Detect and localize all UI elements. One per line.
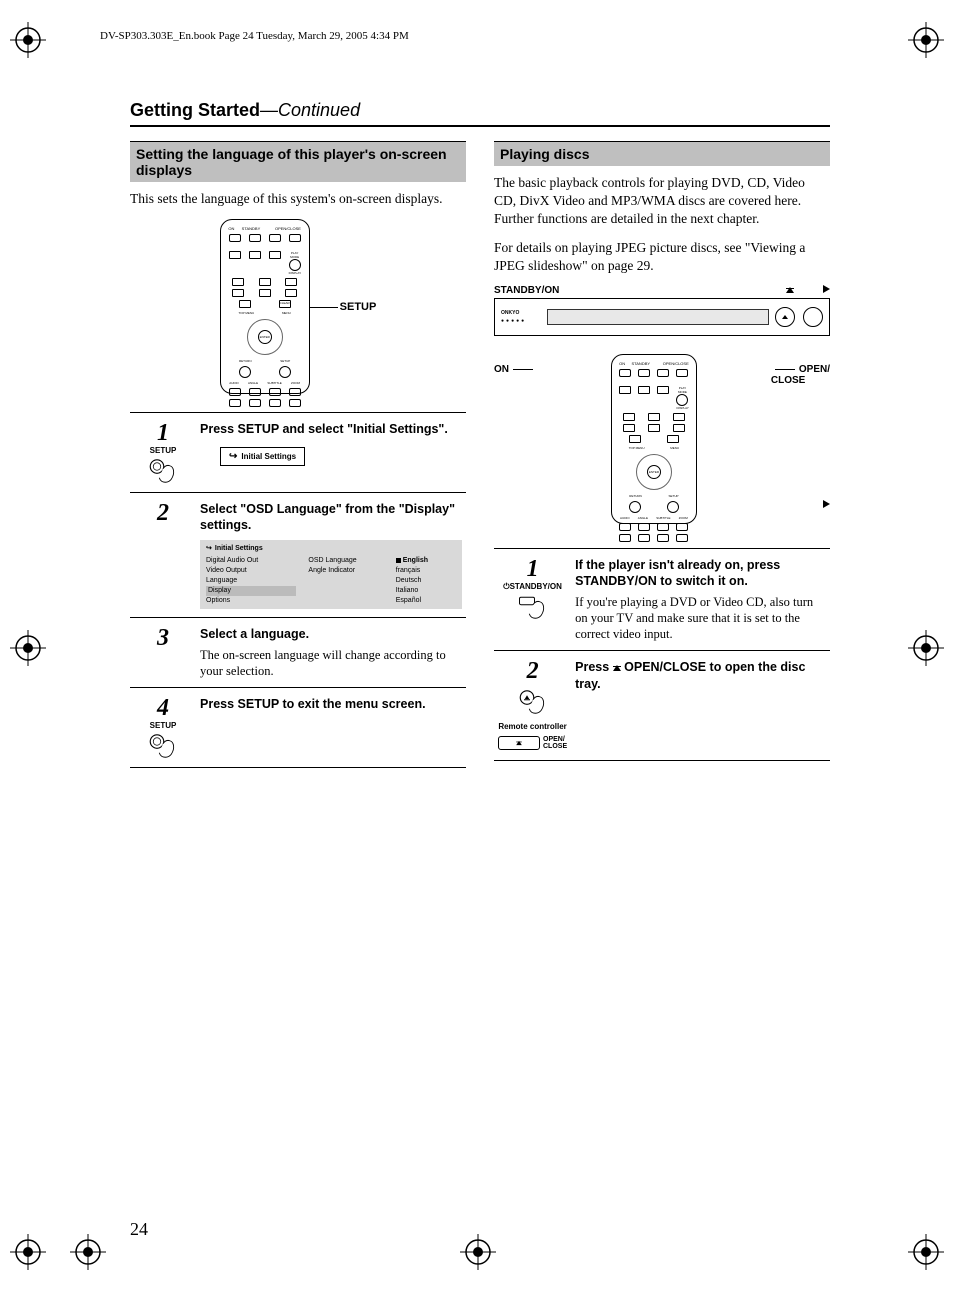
osd-initial-settings: ↪ Initial Settings	[220, 447, 305, 466]
step-number: 2	[498, 659, 567, 683]
crop-mark-icon	[908, 1234, 944, 1270]
step-title: Select a language.	[200, 626, 462, 642]
page-title-continued: —Continued	[260, 100, 360, 120]
intro-language: This sets the language of this system's …	[130, 190, 466, 208]
crop-mark-icon	[908, 22, 944, 58]
step-row: 2 Remote controller OPEN/ CLOSE Press OP…	[494, 651, 830, 761]
eject-icon	[613, 665, 621, 671]
section-header-language: Setting the language of this player's on…	[130, 141, 466, 182]
press-button-icon	[148, 458, 178, 484]
step-icon-label: ⏻STANDBY/ON	[498, 583, 567, 592]
step-title: Press OPEN/CLOSE to open the disc tray.	[575, 659, 826, 692]
play-knob-icon	[803, 307, 823, 327]
settings-item-list: OSD Language Angle Indicator	[308, 556, 383, 605]
steps-table-right: 1 ⏻STANDBY/ON If the player isn't alread…	[494, 548, 830, 761]
step-body: The on-screen language will change accor…	[200, 647, 462, 680]
remote-diagram-left: ONSTANDBYOPEN/CLOSE PLAY MODEDISPLAY CLE…	[130, 218, 466, 394]
player-callout-labels: STANDBY/ON	[494, 285, 830, 296]
press-button-icon	[518, 594, 548, 620]
step-row: 2 Select "OSD Language" from the "Displa…	[130, 493, 466, 618]
press-button-icon	[148, 733, 178, 759]
remote-illustration: ONSTANDBYOPEN/CLOSE PLAY MODEDISPLAY CLE…	[220, 219, 310, 394]
callout-setup: SETUP	[340, 301, 377, 313]
step-title: If the player isn't already on, press ST…	[575, 557, 826, 590]
back-arrow-icon: ↪	[206, 544, 212, 554]
section-header-playing: Playing discs	[494, 141, 830, 166]
step-row: 1 SETUP Press SETUP and select "Initial …	[130, 413, 466, 493]
step-number: 1	[498, 557, 567, 581]
step-title: Select "OSD Language" from the "Display"…	[200, 501, 462, 534]
callout-open-close: OPEN/ CLOSE	[771, 364, 830, 386]
crop-mark-icon	[10, 1234, 46, 1270]
crop-mark-icon	[10, 22, 46, 58]
doc-header-info: DV-SP303.303E_En.book Page 24 Tuesday, M…	[100, 30, 409, 42]
crop-mark-icon	[460, 1234, 496, 1270]
step-row: 3 Select a language. The on-screen langu…	[130, 618, 466, 688]
step-number: 1	[134, 421, 192, 445]
play-icon	[823, 285, 830, 293]
step-title: Press SETUP and select "Initial Settings…	[200, 421, 462, 437]
remote-controller-label: Remote controller	[498, 723, 567, 732]
settings-value-list: English français Deutsch Italiano Españo…	[396, 556, 456, 605]
crop-mark-icon	[10, 630, 46, 666]
eject-icon	[786, 287, 794, 293]
step-body: If you're playing a DVD or Video CD, als…	[575, 594, 826, 643]
step-icon-label: SETUP	[134, 447, 192, 456]
step-row: 1 ⏻STANDBY/ON If the player isn't alread…	[494, 549, 830, 651]
page-number: 24	[130, 1219, 148, 1240]
play-icon	[823, 500, 830, 508]
back-arrow-icon: ↪	[229, 451, 237, 462]
step-row: 4 SETUP Press SETUP to exit the menu scr…	[130, 688, 466, 768]
step-number: 4	[134, 696, 192, 720]
eject-button-icon	[775, 307, 795, 327]
step-icon-label: SETUP	[134, 722, 192, 731]
intro-playing-1: The basic playback controls for playing …	[494, 174, 830, 229]
remote-illustration: ONSTANDBYOPEN/CLOSE PLAY MODEDISPLAY TOP…	[611, 354, 697, 524]
intro-playing-2: For details on playing JPEG picture disc…	[494, 239, 830, 275]
osd-settings-panel: ↪Initial Settings Digital Audio Out Vide…	[200, 540, 462, 610]
open-close-button-icon	[498, 736, 540, 750]
page-title: Getting Started—Continued	[130, 100, 830, 127]
crop-mark-icon	[908, 630, 944, 666]
step-number: 3	[134, 626, 192, 650]
step-title: Press SETUP to exit the menu screen.	[200, 696, 462, 712]
steps-table-left: 1 SETUP Press SETUP and select "Initial …	[130, 412, 466, 768]
settings-category-list: Digital Audio Out Video Output Language …	[206, 556, 296, 605]
press-button-icon	[518, 689, 548, 715]
standby-on-label: STANDBY/ON	[494, 285, 559, 296]
player-front-panel: ONKYO ●●●●●	[494, 298, 830, 336]
callout-on: ON	[494, 364, 537, 375]
page-title-main: Getting Started	[130, 100, 260, 120]
crop-mark-icon	[70, 1234, 106, 1270]
step-number: 2	[134, 501, 192, 525]
